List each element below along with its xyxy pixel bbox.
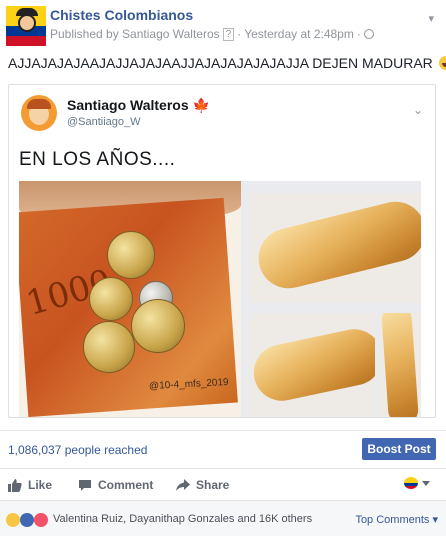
reaction-names[interactable]: Valentina Ruiz, Dayanithap Gonzales and …: [53, 513, 312, 525]
thumbs-up-icon: [8, 478, 22, 492]
post-message: AJJAJAJAJAAJAJJAJAJAAJJAJAJAJAJAJAJJA DE…: [8, 55, 446, 71]
like-label: Like: [28, 478, 53, 492]
published-by-text: Published by Santiago Walteros: [50, 27, 220, 41]
caret-down-icon: [422, 480, 430, 486]
post-actions: Like Comment Share: [0, 468, 446, 498]
tweet-author-name-text: Santiago Walteros: [67, 97, 189, 113]
top-comments-dropdown[interactable]: Top Comments ▾: [355, 513, 438, 526]
share-button[interactable]: Share: [176, 478, 229, 492]
comment-button[interactable]: Comment: [78, 478, 153, 492]
post-meta: Published by Santiago Walteros ? · Yeste…: [50, 27, 374, 41]
facebook-post: Chistes Colombianos Published by Santiag…: [0, 0, 446, 536]
people-reached[interactable]: 1,086,037 people reached: [8, 443, 147, 457]
reactions-bar: Valentina Ruiz, Dayanithap Gonzales and …: [0, 500, 446, 536]
like-button[interactable]: Like: [8, 478, 52, 492]
tweet-image-grid: 1000 @10-4_mfs_2019: [19, 181, 421, 417]
bread-photo-3[interactable]: [379, 313, 421, 417]
bread-photo-2[interactable]: [249, 313, 375, 417]
reach-bar: 1,086,037 people reached Boost Post: [0, 430, 446, 466]
meta-separator: ·: [237, 27, 242, 41]
page-name-link[interactable]: Chistes Colombianos: [50, 7, 193, 23]
haha-reaction-icon[interactable]: [6, 513, 20, 527]
reaction-picker[interactable]: [404, 477, 430, 489]
top-comments-label: Top Comments: [355, 514, 430, 526]
share-arrow-icon: [176, 478, 190, 491]
post-message-text: AJJAJAJAJAAJAJJAJAJAAJJAJAJAJAJAJAJJA DE…: [8, 55, 433, 71]
tweet-author-name[interactable]: Santiago Walteros 🍁: [67, 97, 210, 114]
tweet-handle[interactable]: @Santiiago_W: [67, 116, 141, 128]
tweet-text: EN LOS AÑOS....: [19, 149, 176, 170]
page-avatar[interactable]: [6, 6, 46, 46]
like-reaction-icon[interactable]: [20, 513, 34, 527]
tweet-author-avatar[interactable]: [21, 95, 57, 131]
tweet-menu-chevron-down-icon[interactable]: ⌄: [413, 103, 423, 117]
bread-photo-1[interactable]: [249, 193, 421, 303]
maple-leaf-icon: 🍁: [192, 97, 211, 113]
love-reaction-icon[interactable]: [34, 513, 48, 527]
meta-separator-2: ·: [356, 27, 361, 41]
post-header: Chistes Colombianos Published by Santiag…: [0, 0, 446, 50]
share-label: Share: [196, 478, 230, 492]
help-marker[interactable]: ?: [222, 27, 235, 41]
colombia-flag-icon: [404, 477, 418, 489]
post-time[interactable]: Yesterday at 2:48pm: [244, 27, 354, 41]
boost-post-button[interactable]: Boost Post: [362, 438, 436, 460]
money-photo[interactable]: 1000 @10-4_mfs_2019: [19, 181, 241, 417]
globe-icon: [363, 29, 374, 39]
comment-label: Comment: [98, 478, 154, 492]
laughing-emoji-icon: [438, 56, 446, 70]
comment-icon: [79, 479, 91, 491]
shared-tweet-card[interactable]: Santiago Walteros 🍁 @Santiiago_W ⌄ EN LOS…: [8, 84, 436, 418]
post-menu-chevron-down-icon[interactable]: ▾: [428, 12, 434, 25]
